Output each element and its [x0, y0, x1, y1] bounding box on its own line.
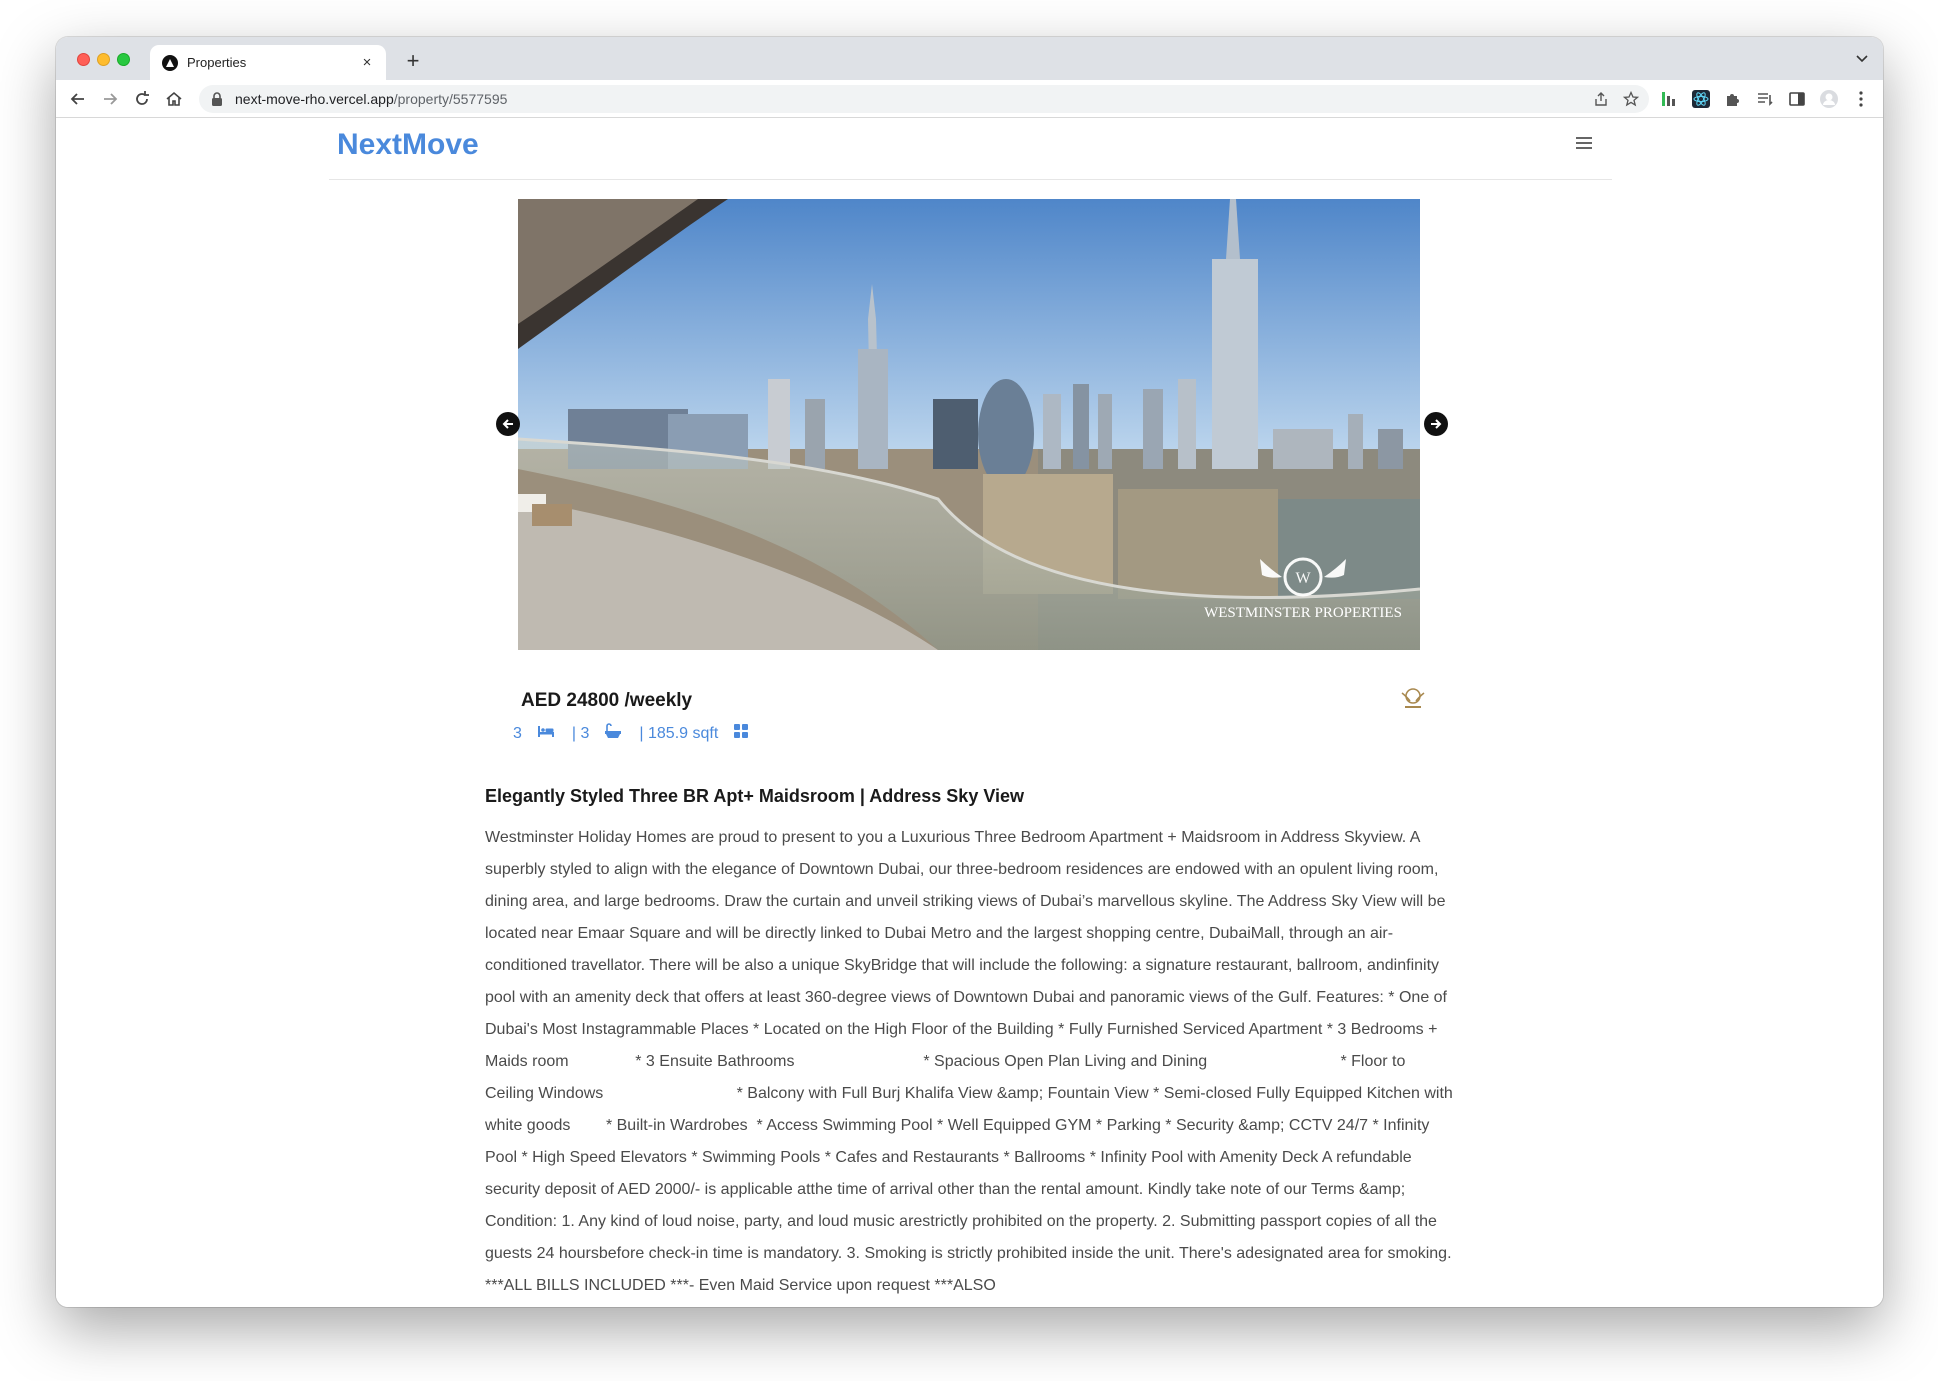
back-arrow-icon[interactable] [68, 89, 88, 109]
watermark-text: WESTMINSTER PROPERTIES [1204, 605, 1402, 621]
url-text: next-move-rho.vercel.app/property/557759… [235, 91, 507, 107]
bed-icon [537, 724, 555, 743]
agency-logo [1396, 681, 1430, 715]
bathroom-count: | 3 [571, 724, 590, 742]
address-bar[interactable]: next-move-rho.vercel.app/property/557759… [199, 85, 1649, 113]
zoom-window-button[interactable] [117, 53, 130, 66]
hamburger-menu-icon[interactable] [1576, 137, 1592, 151]
browser-toolbar: next-move-rho.vercel.app/property/557759… [56, 80, 1883, 118]
bath-icon [604, 723, 622, 744]
tab-strip: Properties × + [56, 37, 1883, 80]
reload-icon[interactable] [132, 89, 152, 109]
property-photo: W WESTMINSTER PROPERTIES [518, 199, 1420, 650]
next-photo-button[interactable] [1424, 412, 1448, 436]
listing-description: Westminster Holiday Homes are proud to p… [485, 829, 1458, 1294]
minimize-window-button[interactable] [97, 53, 110, 66]
site-logo[interactable]: NextMove [337, 128, 479, 162]
listing-stats: 3 | 3 | 185.9 sqft [513, 723, 749, 744]
floorplan-grid-icon [733, 723, 749, 744]
reading-list-icon[interactable] [1755, 89, 1775, 109]
react-devtools-icon[interactable] [1691, 89, 1711, 109]
listing-title: Elegantly Styled Three BR Apt+ Maidsroom… [485, 786, 1025, 806]
bookmark-star-icon[interactable] [1622, 90, 1640, 107]
listing-price: AED 24800 /weekly [521, 690, 693, 711]
photo-carousel: W WESTMINSTER PROPERTIES [468, 199, 1448, 651]
browser-menu-icon[interactable] [1851, 89, 1871, 109]
favicon-icon [162, 54, 178, 71]
new-tab-button[interactable]: + [401, 48, 425, 74]
tab-search-icon[interactable] [1855, 51, 1869, 65]
bedroom-count: 3 [513, 724, 522, 742]
extensions-puzzle-icon[interactable] [1723, 89, 1743, 109]
profile-avatar-icon[interactable] [1819, 89, 1839, 109]
tab-title: Properties [187, 55, 247, 70]
url-path: /property/5577595 [393, 91, 508, 107]
forward-arrow-icon[interactable] [100, 89, 120, 109]
url-host: next-move-rho.vercel.app [235, 91, 394, 107]
analytics-extension-icon[interactable] [1659, 89, 1679, 109]
close-window-button[interactable] [77, 53, 90, 66]
browser-tab[interactable]: Properties × [150, 45, 386, 80]
svg-text:W: W [1295, 570, 1311, 587]
lock-icon[interactable] [211, 92, 223, 106]
browser-window: Properties × + next-move-rho.vercel.app/… [56, 37, 1883, 1307]
close-tab-icon[interactable]: × [358, 54, 376, 71]
web-page: NextMove W WESTMINSTER PROPERTIES AED 24… [56, 119, 1883, 1307]
share-icon[interactable] [1593, 91, 1609, 107]
side-panel-icon[interactable] [1787, 89, 1807, 109]
previous-photo-button[interactable] [496, 412, 520, 436]
home-icon[interactable] [164, 89, 184, 109]
area-size: | 185.9 sqft [639, 724, 719, 742]
site-header: NextMove [329, 119, 1612, 180]
